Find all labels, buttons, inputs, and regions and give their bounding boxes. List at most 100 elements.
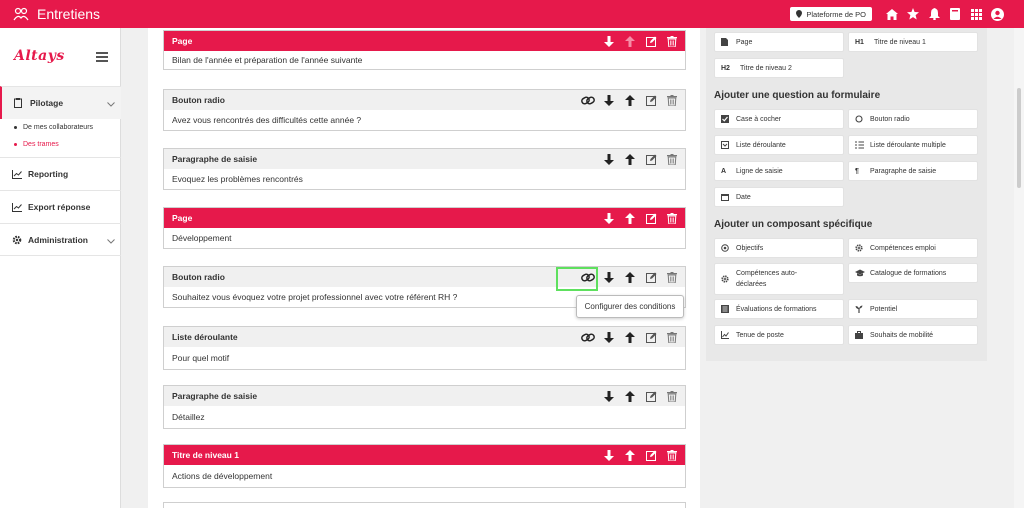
form-block-radio[interactable]: Bouton radio Avez vous rencontrés des di…	[163, 89, 686, 131]
add-job-skills-button[interactable]: Compétences emploi	[848, 238, 978, 258]
gear-icon	[12, 235, 22, 245]
delete-icon[interactable]	[665, 448, 679, 462]
form-block-page[interactable]: Page Bilan de l'année et préparation de …	[163, 30, 686, 70]
sidebar-subitem-collaborateurs[interactable]: De mes collaborateurs	[0, 119, 121, 136]
move-down-icon[interactable]	[602, 270, 616, 284]
component-section-title: Ajouter un composant spécifique	[714, 219, 873, 230]
block-header: Page	[164, 208, 685, 228]
platform-button[interactable]: Plateforme de PO	[790, 7, 872, 21]
move-up-icon[interactable]	[623, 211, 637, 225]
app-title: Entretiens	[37, 6, 101, 22]
edit-icon[interactable]	[644, 389, 658, 403]
edit-icon[interactable]	[644, 93, 658, 107]
link-conditions-icon[interactable]	[581, 330, 595, 344]
move-up-icon[interactable]	[623, 330, 637, 344]
move-up-icon[interactable]	[623, 389, 637, 403]
add-date-button[interactable]: Date	[714, 187, 844, 207]
add-radio-button[interactable]: Bouton radio	[848, 109, 978, 129]
form-block-page[interactable]: Page Développement	[163, 207, 686, 249]
add-paragraph-button[interactable]: ¶ Paragraphe de saisie	[848, 161, 978, 181]
component-label: Évaluations de formations	[736, 305, 817, 313]
add-training-eval-button[interactable]: Évaluations de formations	[714, 299, 844, 319]
home-icon[interactable]	[885, 7, 899, 21]
delete-icon[interactable]	[665, 211, 679, 225]
bell-icon[interactable]	[927, 7, 941, 21]
sidebar-item-reporting[interactable]: Reporting	[0, 157, 121, 190]
edit-icon[interactable]	[644, 448, 658, 462]
move-down-icon[interactable]	[602, 448, 616, 462]
block-content: Avez vous rencontrés des difficultés cet…	[172, 115, 362, 125]
form-block-dropdown[interactable]: Liste déroulante Pour quel motif	[163, 326, 686, 370]
move-down-icon[interactable]	[602, 211, 616, 225]
add-page-button[interactable]: Page	[714, 32, 844, 52]
add-job-holding-button[interactable]: Tenue de poste	[714, 325, 844, 345]
multi-list-icon	[855, 141, 867, 149]
move-down-icon[interactable]	[602, 389, 616, 403]
book-icon[interactable]	[948, 7, 962, 21]
move-down-icon[interactable]	[602, 34, 616, 48]
delete-icon[interactable]	[665, 93, 679, 107]
list-icon	[721, 305, 733, 313]
add-multi-dropdown-button[interactable]: Liste déroulante multiple	[848, 135, 978, 155]
component-label: Ligne de saisie	[736, 167, 783, 175]
sidebar-item-pilotage[interactable]: Pilotage	[0, 86, 121, 119]
sprout-icon	[855, 305, 867, 313]
add-input-line-button[interactable]: A Ligne de saisie	[714, 161, 844, 181]
edit-icon[interactable]	[644, 34, 658, 48]
link-conditions-icon[interactable]	[581, 93, 595, 107]
sidebar-item-administration[interactable]: Administration	[0, 223, 121, 256]
add-objectives-button[interactable]: Objectifs	[714, 238, 844, 258]
sidebar-item-export[interactable]: Export réponse	[0, 190, 121, 223]
add-dropdown-button[interactable]: Liste déroulante	[714, 135, 844, 155]
add-potential-button[interactable]: Potentiel	[848, 299, 978, 319]
menu-toggle-icon[interactable]	[96, 52, 108, 62]
move-up-icon[interactable]	[623, 93, 637, 107]
move-down-icon[interactable]	[602, 330, 616, 344]
move-up-icon[interactable]	[623, 152, 637, 166]
add-checkbox-button[interactable]: Case à cocher	[714, 109, 844, 129]
calendar-icon	[721, 193, 733, 201]
add-h1-button[interactable]: H1 Titre de niveau 1	[848, 32, 978, 52]
user-account-icon[interactable]	[990, 7, 1004, 21]
edit-icon[interactable]	[644, 270, 658, 284]
edit-icon[interactable]	[644, 152, 658, 166]
form-block-paragraph[interactable]: Paragraphe de saisie Détaillez	[163, 385, 686, 429]
add-mobility-button[interactable]: Souhaits de mobilité	[848, 325, 978, 345]
move-up-icon[interactable]	[623, 34, 637, 48]
delete-icon[interactable]	[665, 152, 679, 166]
text-line-icon: A	[721, 167, 727, 175]
delete-icon[interactable]	[665, 330, 679, 344]
component-label: Potentiel	[870, 305, 898, 313]
sidebar-item-label: Pilotage	[30, 98, 64, 108]
component-label: Bouton radio	[870, 115, 910, 123]
apps-grid-icon[interactable]	[969, 7, 983, 21]
add-training-catalog-button[interactable]: Catalogue de formations	[848, 263, 978, 283]
component-label: Compétences emploi	[870, 244, 936, 252]
star-icon[interactable]	[906, 7, 920, 21]
dropdown-icon	[721, 141, 733, 149]
delete-icon[interactable]	[665, 270, 679, 284]
add-h2-button[interactable]: H2 Titre de niveau 2	[714, 58, 844, 78]
sidebar-item-label: Reporting	[28, 169, 69, 179]
component-label: Compétences auto-déclarées	[736, 270, 798, 288]
edit-icon[interactable]	[644, 211, 658, 225]
move-up-icon[interactable]	[623, 270, 637, 284]
form-block-title[interactable]: Titre de niveau 1 Actions de développeme…	[163, 444, 686, 488]
add-self-skills-button[interactable]: Compétences auto-déclarées	[714, 263, 844, 295]
paragraph-icon: ¶	[855, 167, 859, 175]
component-label: Date	[736, 193, 751, 201]
sidebar-item-label: Administration	[28, 234, 88, 245]
move-down-icon[interactable]	[602, 93, 616, 107]
scrollbar-thumb[interactable]	[1017, 88, 1021, 188]
form-block-paragraph[interactable]: Paragraphe de saisie Evoquez les problèm…	[163, 148, 686, 190]
move-up-icon[interactable]	[623, 448, 637, 462]
chevron-down-icon	[107, 236, 115, 246]
edit-icon[interactable]	[644, 330, 658, 344]
block-header: Page	[164, 31, 685, 51]
line-chart-icon	[12, 169, 22, 179]
sidebar-subitem-trames[interactable]: Des trames	[0, 136, 121, 153]
delete-icon[interactable]	[665, 34, 679, 48]
block-type: Paragraphe de saisie	[172, 391, 258, 401]
move-down-icon[interactable]	[602, 152, 616, 166]
delete-icon[interactable]	[665, 389, 679, 403]
